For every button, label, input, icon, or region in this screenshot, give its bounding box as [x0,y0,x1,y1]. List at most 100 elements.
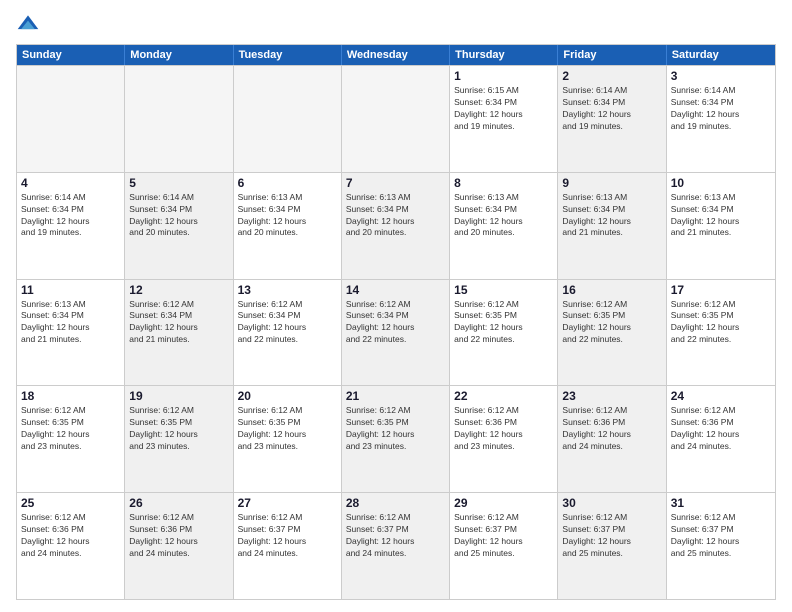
day-number: 12 [129,283,228,297]
cell-info: Sunrise: 6:12 AMSunset: 6:35 PMDaylight:… [671,299,771,347]
cell-info: Sunrise: 6:12 AMSunset: 6:36 PMDaylight:… [21,512,120,560]
logo-icon [16,12,40,36]
calendar-cell: 26 Sunrise: 6:12 AMSunset: 6:36 PMDayligh… [125,493,233,599]
calendar-header-day: Friday [558,45,666,65]
calendar-cell: 1Sunrise: 6:15 AMSunset: 6:34 PMDaylight… [450,66,558,172]
calendar-cell: 14Sunrise: 6:12 AMSunset: 6:34 PMDayligh… [342,280,450,386]
calendar: SundayMondayTuesdayWednesdayThursdayFrid… [16,44,776,600]
day-number: 11 [21,283,120,297]
calendar-cell: 22Sunrise: 6:12 AMSunset: 6:36 PMDayligh… [450,386,558,492]
calendar-cell: 10 Sunrise: 6:13 AMSunset: 6:34 PMDayligh… [667,173,775,279]
calendar-cell: 23 Sunrise: 6:12 AMSunset: 6:36 PMDayligh… [558,386,666,492]
cell-info: Sunrise: 6:13 AMSunset: 6:34 PMDaylight:… [671,192,771,240]
cell-info: Sunrise: 6:12 AMSunset: 6:37 PMDaylight:… [238,512,337,560]
cell-info: Sunrise: 6:13 AMSunset: 6:34 PMDaylight:… [562,192,661,240]
cell-info: Sunrise: 6:14 AMSunset: 6:34 PMDaylight:… [671,85,771,133]
day-number: 7 [346,176,445,190]
cell-info: Sunrise: 6:12 AMSunset: 6:37 PMDaylight:… [562,512,661,560]
day-number: 19 [129,389,228,403]
calendar-row: 18 Sunrise: 6:12 AMSunset: 6:35 PMDayligh… [17,385,775,492]
cell-info: Sunrise: 6:12 AMSunset: 6:36 PMDaylight:… [562,405,661,453]
calendar-row: 25 Sunrise: 6:12 AMSunset: 6:36 PMDayligh… [17,492,775,599]
day-number: 17 [671,283,771,297]
cell-info: Sunrise: 6:12 AMSunset: 6:36 PMDaylight:… [671,405,771,453]
page: SundayMondayTuesdayWednesdayThursdayFrid… [0,0,792,612]
cell-info: Sunrise: 6:14 AMSunset: 6:34 PMDaylight:… [21,192,120,240]
cell-info: Sunrise: 6:12 AMSunset: 6:35 PMDaylight:… [129,405,228,453]
calendar-cell: 15 Sunrise: 6:12 AMSunset: 6:35 PMDayligh… [450,280,558,386]
header [16,12,776,36]
day-number: 9 [562,176,661,190]
calendar-cell: 6 Sunrise: 6:13 AMSunset: 6:34 PMDaylight… [234,173,342,279]
day-number: 8 [454,176,553,190]
day-number: 23 [562,389,661,403]
day-number: 26 [129,496,228,510]
cell-info: Sunrise: 6:14 AMSunset: 6:34 PMDaylight:… [562,85,661,133]
calendar-cell: 24 Sunrise: 6:12 AMSunset: 6:36 PMDayligh… [667,386,775,492]
cell-info: Sunrise: 6:12 AMSunset: 6:35 PMDaylight:… [238,405,337,453]
calendar-header-day: Saturday [667,45,775,65]
calendar-header: SundayMondayTuesdayWednesdayThursdayFrid… [17,45,775,65]
cell-info: Sunrise: 6:13 AMSunset: 6:34 PMDaylight:… [346,192,445,240]
calendar-cell: 25 Sunrise: 6:12 AMSunset: 6:36 PMDayligh… [17,493,125,599]
day-number: 16 [562,283,661,297]
calendar-body: 1Sunrise: 6:15 AMSunset: 6:34 PMDaylight… [17,65,775,599]
calendar-cell: 18 Sunrise: 6:12 AMSunset: 6:35 PMDayligh… [17,386,125,492]
calendar-cell: 12 Sunrise: 6:12 AMSunset: 6:34 PMDayligh… [125,280,233,386]
day-number: 21 [346,389,445,403]
calendar-cell: 8 Sunrise: 6:13 AMSunset: 6:34 PMDaylight… [450,173,558,279]
cell-info: Sunrise: 6:12 AMSunset: 6:34 PMDaylight:… [129,299,228,347]
calendar-cell: 17 Sunrise: 6:12 AMSunset: 6:35 PMDayligh… [667,280,775,386]
day-number: 31 [671,496,771,510]
cell-info: Sunrise: 6:13 AMSunset: 6:34 PMDaylight:… [238,192,337,240]
day-number: 1 [454,69,553,83]
calendar-header-day: Monday [125,45,233,65]
calendar-row: 11 Sunrise: 6:13 AMSunset: 6:34 PMDayligh… [17,279,775,386]
cell-info: Sunrise: 6:14 AMSunset: 6:34 PMDaylight:… [129,192,228,240]
day-number: 28 [346,496,445,510]
day-number: 5 [129,176,228,190]
cell-info: Sunrise: 6:12 AMSunset: 6:35 PMDaylight:… [21,405,120,453]
calendar-cell: 11 Sunrise: 6:13 AMSunset: 6:34 PMDayligh… [17,280,125,386]
calendar-row: 1Sunrise: 6:15 AMSunset: 6:34 PMDaylight… [17,65,775,172]
day-number: 20 [238,389,337,403]
day-number: 4 [21,176,120,190]
day-number: 29 [454,496,553,510]
day-number: 18 [21,389,120,403]
day-number: 25 [21,496,120,510]
cell-info: Sunrise: 6:13 AMSunset: 6:34 PMDaylight:… [454,192,553,240]
cell-info: Sunrise: 6:12 AMSunset: 6:36 PMDaylight:… [129,512,228,560]
calendar-cell [17,66,125,172]
calendar-row: 4 Sunrise: 6:14 AMSunset: 6:34 PMDaylight… [17,172,775,279]
cell-info: Sunrise: 6:12 AMSunset: 6:35 PMDaylight:… [454,299,553,347]
calendar-cell: 5 Sunrise: 6:14 AMSunset: 6:34 PMDaylight… [125,173,233,279]
cell-info: Sunrise: 6:12 AMSunset: 6:37 PMDaylight:… [346,512,445,560]
calendar-cell: 27 Sunrise: 6:12 AMSunset: 6:37 PMDayligh… [234,493,342,599]
cell-info: Sunrise: 6:12 AMSunset: 6:36 PMDaylight:… [454,405,553,453]
calendar-header-day: Thursday [450,45,558,65]
calendar-cell: 3Sunrise: 6:14 AMSunset: 6:34 PMDaylight… [667,66,775,172]
calendar-cell: 19 Sunrise: 6:12 AMSunset: 6:35 PMDayligh… [125,386,233,492]
calendar-header-day: Sunday [17,45,125,65]
day-number: 14 [346,283,445,297]
day-number: 27 [238,496,337,510]
calendar-cell: 4 Sunrise: 6:14 AMSunset: 6:34 PMDaylight… [17,173,125,279]
calendar-cell: 9 Sunrise: 6:13 AMSunset: 6:34 PMDaylight… [558,173,666,279]
calendar-cell: 16Sunrise: 6:12 AMSunset: 6:35 PMDayligh… [558,280,666,386]
calendar-cell: 28 Sunrise: 6:12 AMSunset: 6:37 PMDayligh… [342,493,450,599]
calendar-cell [125,66,233,172]
cell-info: Sunrise: 6:12 AMSunset: 6:34 PMDaylight:… [238,299,337,347]
cell-info: Sunrise: 6:13 AMSunset: 6:34 PMDaylight:… [21,299,120,347]
calendar-cell: 2 Sunrise: 6:14 AMSunset: 6:34 PMDaylight… [558,66,666,172]
day-number: 30 [562,496,661,510]
day-number: 15 [454,283,553,297]
day-number: 10 [671,176,771,190]
day-number: 6 [238,176,337,190]
logo [16,12,44,36]
cell-info: Sunrise: 6:12 AMSunset: 6:37 PMDaylight:… [454,512,553,560]
calendar-cell [342,66,450,172]
day-number: 13 [238,283,337,297]
day-number: 2 [562,69,661,83]
calendar-cell [234,66,342,172]
day-number: 24 [671,389,771,403]
